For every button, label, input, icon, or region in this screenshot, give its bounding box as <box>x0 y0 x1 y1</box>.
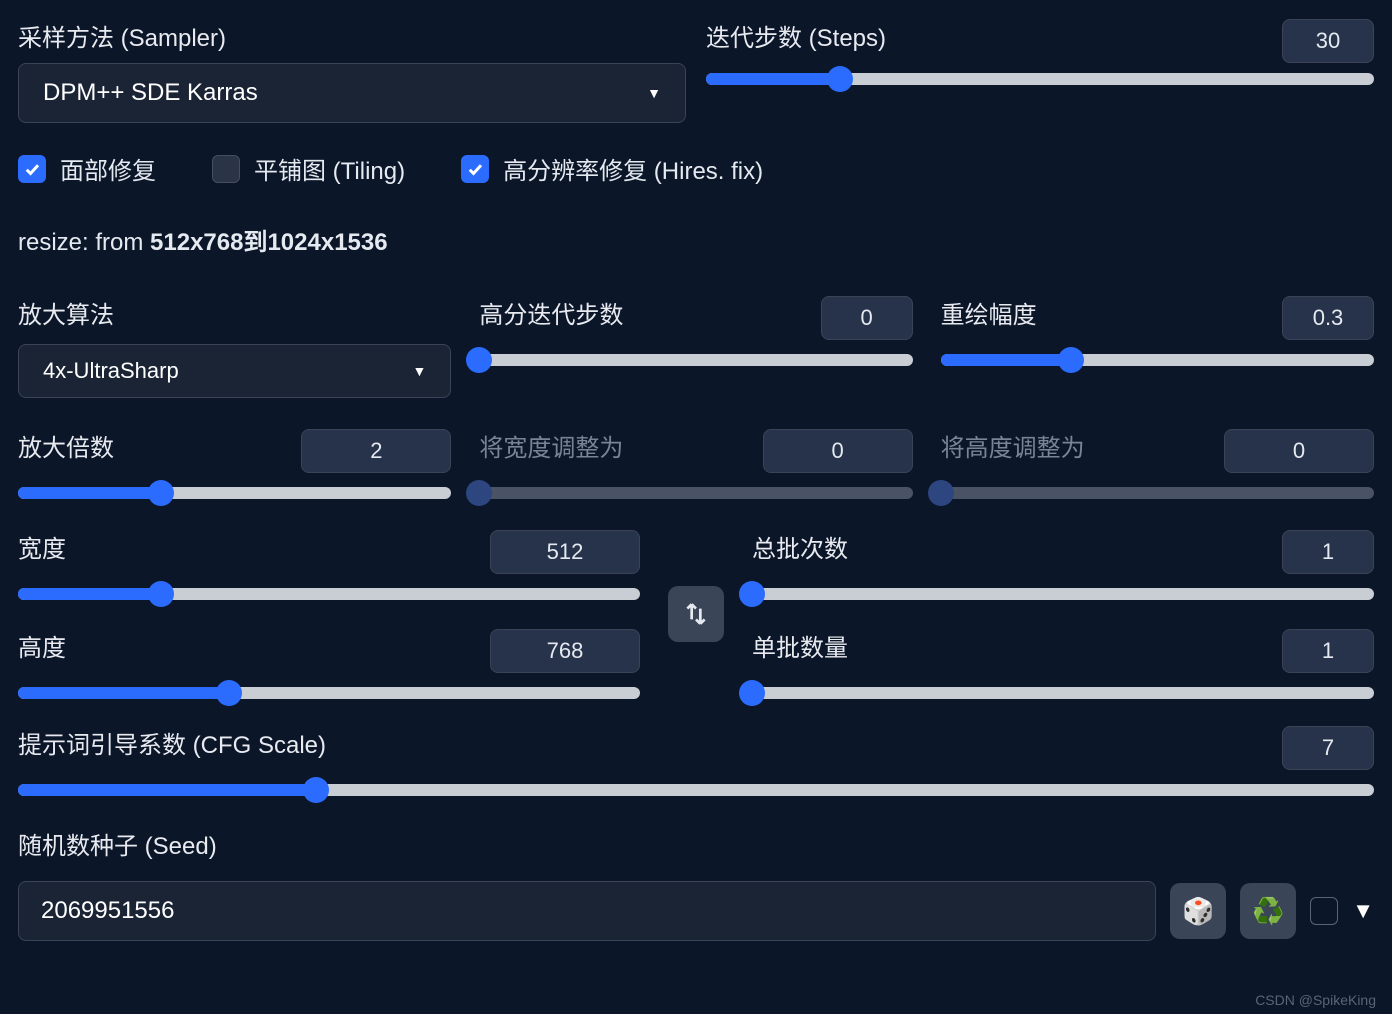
batch-size-slider[interactable] <box>752 687 1374 699</box>
width-slider[interactable] <box>18 588 640 600</box>
upscale-by-value[interactable]: 2 <box>301 429 451 473</box>
hires-steps-label: 高分迭代步数 <box>479 295 623 330</box>
batch-size-label: 单批数量 <box>752 628 848 663</box>
dice-icon: 🎲 <box>1182 896 1214 927</box>
random-seed-button[interactable]: 🎲 <box>1170 883 1226 939</box>
sampler-value: DPM++ SDE Karras <box>43 79 258 107</box>
expand-icon[interactable]: ▼ <box>1352 898 1374 924</box>
upscale-by-label: 放大倍数 <box>18 428 114 463</box>
face-restore-checkbox[interactable]: 面部修复 <box>18 151 156 186</box>
tiling-checkbox[interactable]: 平铺图 (Tiling) <box>212 151 405 186</box>
swap-icon <box>683 601 709 627</box>
height-label: 高度 <box>18 628 66 663</box>
denoise-value[interactable]: 0.3 <box>1282 296 1374 340</box>
width-value[interactable]: 512 <box>490 530 640 574</box>
steps-label: 迭代步数 (Steps) <box>706 18 886 53</box>
resize-w-label: 将宽度调整为 <box>479 428 623 463</box>
height-value[interactable]: 768 <box>490 629 640 673</box>
upscaler-label: 放大算法 <box>18 295 451 330</box>
batch-count-label: 总批次数 <box>752 529 848 564</box>
resize-h-value[interactable]: 0 <box>1224 429 1374 473</box>
denoise-slider[interactable] <box>941 354 1374 366</box>
upscaler-select[interactable]: 4x-UltraSharp ▼ <box>18 344 451 398</box>
batch-size-value[interactable]: 1 <box>1282 629 1374 673</box>
cfg-value[interactable]: 7 <box>1282 726 1374 770</box>
swap-dimensions-button[interactable] <box>668 586 724 642</box>
recycle-icon: ♻️ <box>1252 896 1284 927</box>
height-slider[interactable] <box>18 687 640 699</box>
seed-label: 随机数种子 (Seed) <box>18 826 1374 861</box>
cfg-slider[interactable] <box>18 784 1374 796</box>
check-icon <box>461 155 489 183</box>
cfg-label: 提示词引导系数 (CFG Scale) <box>18 725 326 760</box>
resize-w-slider[interactable] <box>479 487 912 499</box>
resize-w-value[interactable]: 0 <box>763 429 913 473</box>
denoise-label: 重绘幅度 <box>941 295 1037 330</box>
steps-value[interactable]: 30 <box>1282 19 1374 63</box>
batch-count-value[interactable]: 1 <box>1282 530 1374 574</box>
resize-h-slider[interactable] <box>941 487 1374 499</box>
seed-input[interactable]: 2069951556 <box>18 881 1156 941</box>
batch-count-slider[interactable] <box>752 588 1374 600</box>
hires-fix-label: 高分辨率修复 (Hires. fix) <box>503 151 763 186</box>
face-restore-label: 面部修复 <box>60 151 156 186</box>
resize-info: resize: from 512x768到1024x1536 <box>18 222 1374 257</box>
sampler-label: 采样方法 (Sampler) <box>18 18 686 53</box>
chevron-down-icon: ▼ <box>647 85 661 101</box>
extra-seed-checkbox[interactable] <box>1310 897 1338 925</box>
checkbox-empty-icon <box>212 155 240 183</box>
tiling-label: 平铺图 (Tiling) <box>254 151 405 186</box>
watermark: CSDN @SpikeKing <box>1255 992 1376 1008</box>
steps-slider[interactable] <box>706 73 1374 85</box>
hires-fix-checkbox[interactable]: 高分辨率修复 (Hires. fix) <box>461 151 763 186</box>
hires-steps-slider[interactable] <box>479 354 912 366</box>
width-label: 宽度 <box>18 529 66 564</box>
upscaler-value: 4x-UltraSharp <box>43 358 179 384</box>
reuse-seed-button[interactable]: ♻️ <box>1240 883 1296 939</box>
upscale-by-slider[interactable] <box>18 487 451 499</box>
chevron-down-icon: ▼ <box>412 363 426 379</box>
resize-h-label: 将高度调整为 <box>941 428 1085 463</box>
hires-steps-value[interactable]: 0 <box>821 296 913 340</box>
check-icon <box>18 155 46 183</box>
sampler-select[interactable]: DPM++ SDE Karras ▼ <box>18 63 686 123</box>
